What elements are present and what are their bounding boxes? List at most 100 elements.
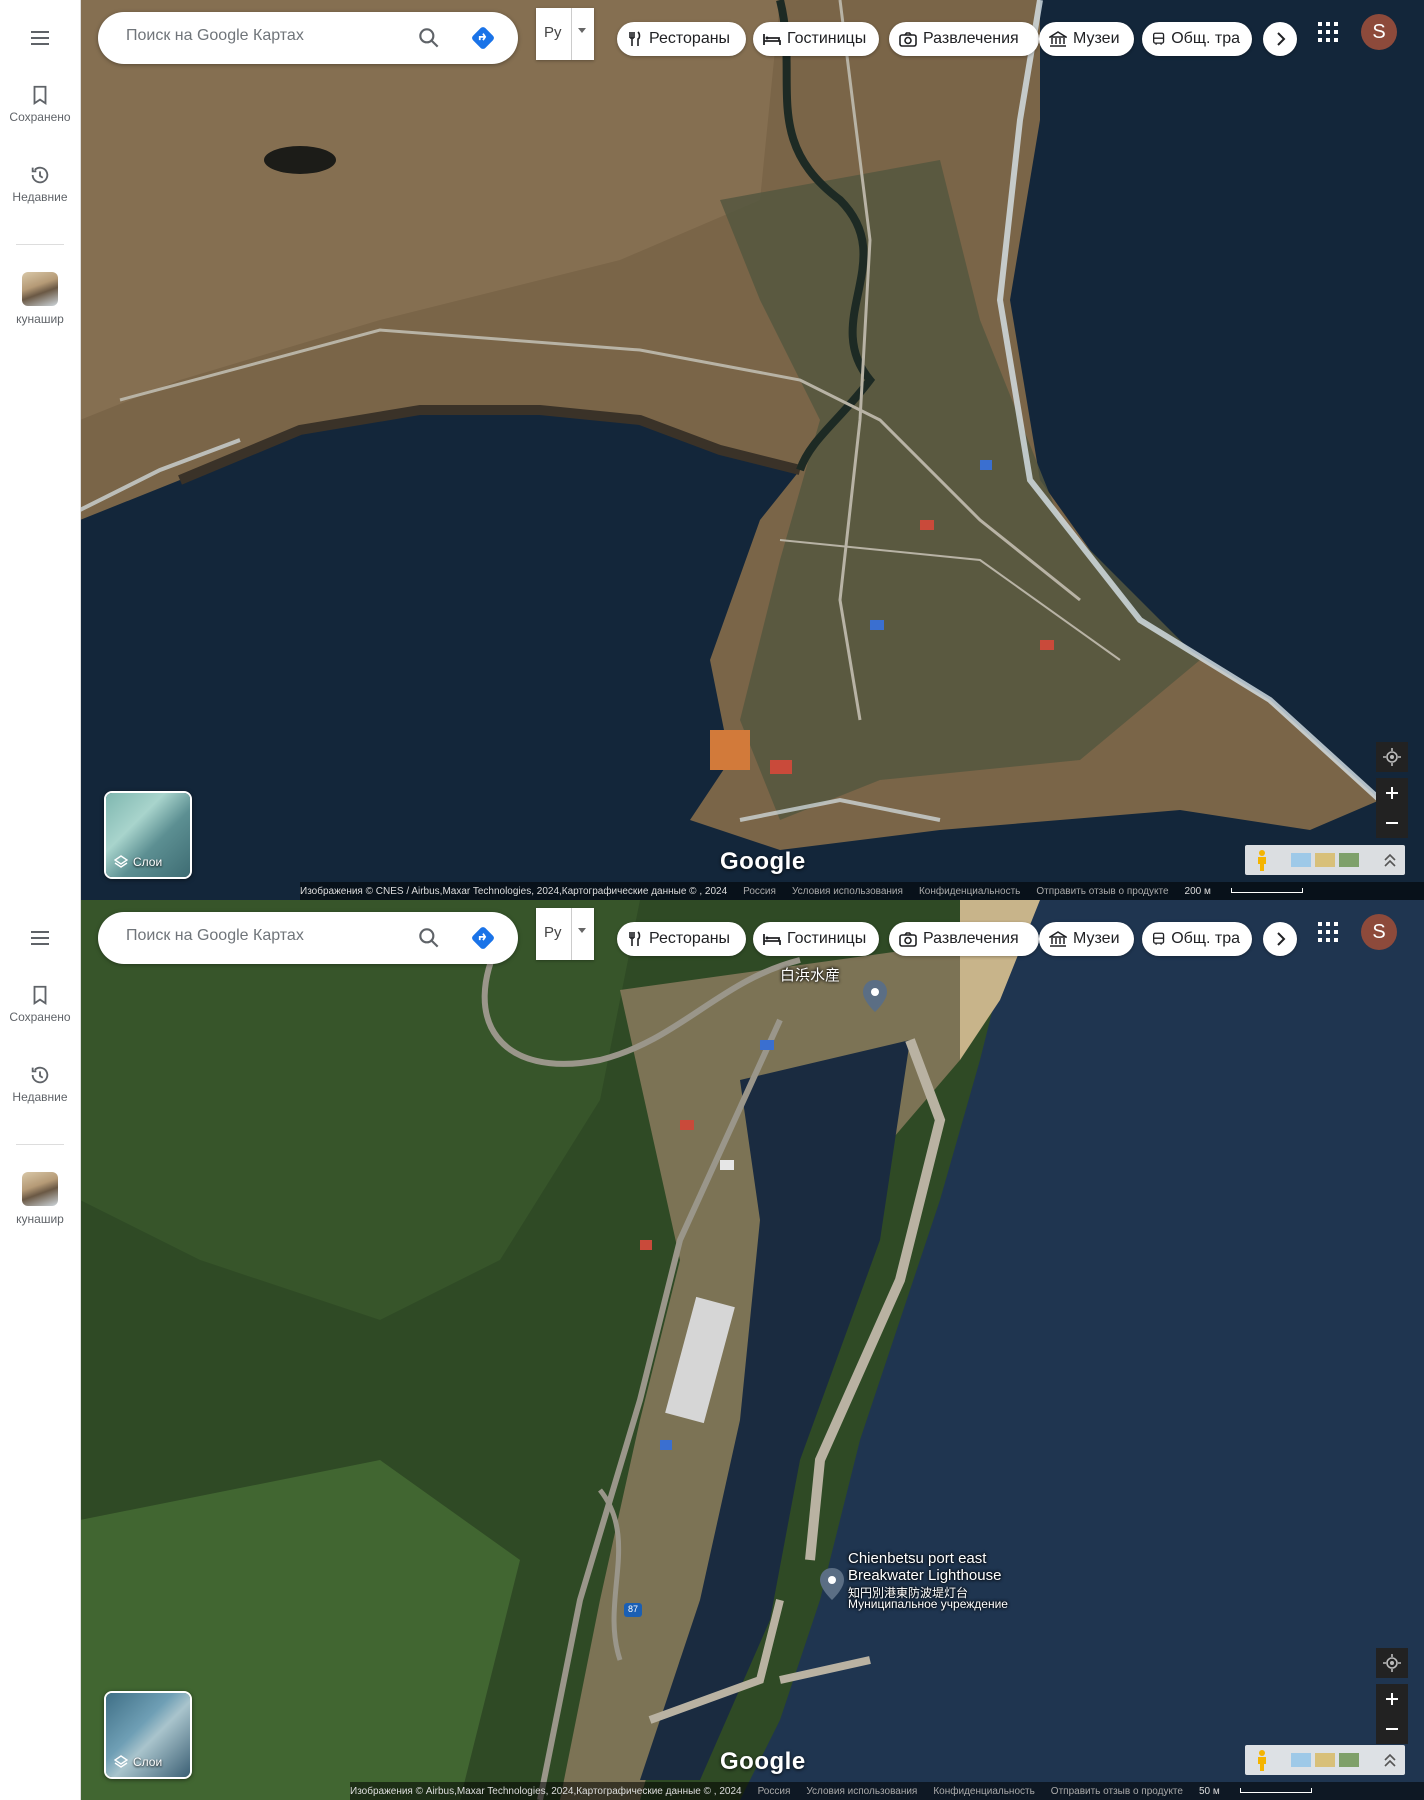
avatar[interactable]: S <box>1361 14 1397 50</box>
layers-caption: Слои <box>114 1755 162 1769</box>
chevron-up-icon[interactable] <box>1383 852 1397 868</box>
saved-button[interactable]: Сохранено <box>0 84 80 124</box>
search-input[interactable] <box>124 926 388 946</box>
recent-button[interactable]: Недавние <box>0 164 80 204</box>
satellite-imagery[interactable] <box>80 900 1424 1800</box>
zoom-out-button[interactable] <box>1376 808 1408 838</box>
layers-button[interactable]: Слои <box>104 1691 192 1779</box>
scale-label: 50 м <box>1198 1785 1220 1797</box>
bus-icon <box>1152 932 1165 945</box>
chevron-up-icon[interactable] <box>1383 1752 1397 1768</box>
map-footer: Изображения © Airbus,Maxar Technologies,… <box>350 1782 1424 1800</box>
layers-icon <box>114 1755 128 1768</box>
chip-restaurants[interactable]: Рестораны <box>617 922 746 956</box>
imagery-thumb-1[interactable] <box>1291 853 1311 867</box>
saved-button[interactable]: Сохранено <box>0 984 80 1024</box>
pegman-icon[interactable] <box>1255 1749 1269 1771</box>
imagery-thumb-2[interactable] <box>1315 853 1335 867</box>
chip-label: Гостиницы <box>787 30 867 47</box>
region-link[interactable]: Россия <box>743 886 776 897</box>
my-location-icon <box>1383 1654 1401 1672</box>
my-location-button[interactable] <box>1376 1648 1408 1678</box>
chip-restaurants[interactable]: Рестораны <box>617 22 746 56</box>
recent-button[interactable]: Недавние <box>0 1064 80 1104</box>
avatar[interactable]: S <box>1361 914 1397 950</box>
chip-hotels[interactable]: Гостиницы <box>753 22 879 56</box>
street-view-bar <box>1245 845 1405 875</box>
privacy-link[interactable]: Конфиденциальность <box>933 1786 1034 1797</box>
chevron-right-icon <box>1277 932 1286 946</box>
menu-button[interactable] <box>0 26 80 54</box>
recent-search-thumbnail <box>22 272 58 306</box>
scale-bar <box>1239 1788 1312 1794</box>
imagery-thumb-3[interactable] <box>1339 1753 1359 1767</box>
scale-bar <box>1230 888 1303 894</box>
lighthouse-label-line1[interactable]: Chienbetsu port east <box>848 1550 986 1567</box>
chip-museums[interactable]: Музеи <box>1039 22 1134 56</box>
recent-search-item[interactable]: кунашир <box>0 272 80 326</box>
feedback-link[interactable]: Отправить отзыв о продукте <box>1051 1786 1183 1797</box>
chip-hotels[interactable]: Гостиницы <box>753 922 879 956</box>
chip-entertainment[interactable]: Развлечения <box>889 922 1039 956</box>
chip-transit[interactable]: Общ. тра <box>1142 22 1252 56</box>
saved-label: Сохранено <box>9 1010 71 1024</box>
zoom-in-button[interactable] <box>1376 1684 1408 1714</box>
language-divider <box>571 8 572 60</box>
layers-icon <box>114 855 128 868</box>
chip-entertainment[interactable]: Развлечения <box>889 22 1039 56</box>
zoom-out-button[interactable] <box>1376 1714 1408 1744</box>
minus-icon <box>1386 822 1398 824</box>
chip-label: Развлечения <box>923 30 1019 47</box>
chip-label: Общ. тра <box>1171 930 1240 947</box>
recent-label: Недавние <box>12 1090 68 1104</box>
satellite-map[interactable] <box>79 0 1424 900</box>
scale-indicator[interactable]: 200 м <box>1185 886 1319 897</box>
attribution-text: Изображения © Airbus,Maxar Technologies,… <box>350 1785 742 1797</box>
camera-icon <box>899 32 917 47</box>
imagery-thumb-3[interactable] <box>1339 853 1359 867</box>
my-location-button[interactable] <box>1376 742 1408 772</box>
scale-indicator[interactable]: 50 м <box>1199 1786 1328 1797</box>
search-input[interactable] <box>124 26 388 46</box>
imagery-thumb-2[interactable] <box>1315 1753 1335 1767</box>
terms-link[interactable]: Условия использования <box>806 1786 917 1797</box>
zoom-in-button[interactable] <box>1376 778 1408 808</box>
plus-icon <box>1386 1693 1398 1705</box>
recent-search-item[interactable]: кунашир <box>0 1172 80 1226</box>
imagery-thumb-1[interactable] <box>1291 1753 1311 1767</box>
camera-icon <box>899 932 917 947</box>
chips-scroll-right-button[interactable] <box>1263 922 1297 956</box>
pegman-icon[interactable] <box>1255 849 1269 871</box>
privacy-link[interactable]: Конфиденциальность <box>919 886 1020 897</box>
layers-button[interactable]: Слои <box>104 791 192 879</box>
chips-scroll-right-button[interactable] <box>1263 22 1297 56</box>
sidebar: Сохранено Недавние кунашир <box>0 900 81 1800</box>
directions-icon[interactable] <box>470 25 496 51</box>
search-icon[interactable] <box>416 925 442 951</box>
chip-transit[interactable]: Общ. тра <box>1142 922 1252 956</box>
satellite-imagery[interactable] <box>79 0 1424 900</box>
lighthouse-label-line2[interactable]: Breakwater Lighthouse <box>848 1567 1001 1584</box>
chip-museums[interactable]: Музеи <box>1039 922 1134 956</box>
bus-icon <box>1152 32 1165 45</box>
shop-label[interactable]: 白浜水産 <box>780 964 840 985</box>
feedback-link[interactable]: Отправить отзыв о продукте <box>1036 886 1168 897</box>
chevron-down-icon[interactable] <box>578 928 586 933</box>
route-number: 87 <box>627 1604 638 1614</box>
layers-label: Слои <box>133 1755 163 1769</box>
region-link[interactable]: Россия <box>758 1786 791 1797</box>
sidebar-divider <box>16 1144 64 1145</box>
language-selector[interactable]: Ру <box>536 908 594 960</box>
directions-icon[interactable] <box>470 925 496 951</box>
satellite-map[interactable]: 白浜水産 Chienbetsu port east Breakwater Lig… <box>80 900 1424 1800</box>
menu-button[interactable] <box>0 926 80 954</box>
apps-grid-icon[interactable] <box>1318 922 1338 942</box>
search-icon[interactable] <box>416 25 442 51</box>
chevron-down-icon[interactable] <box>578 28 586 33</box>
chip-label: Гостиницы <box>787 930 867 947</box>
terms-link[interactable]: Условия использования <box>792 886 903 897</box>
plus-icon <box>1386 787 1398 799</box>
apps-grid-icon[interactable] <box>1318 22 1338 42</box>
language-label: Ру <box>544 924 562 941</box>
language-selector[interactable]: Ру <box>536 8 594 60</box>
